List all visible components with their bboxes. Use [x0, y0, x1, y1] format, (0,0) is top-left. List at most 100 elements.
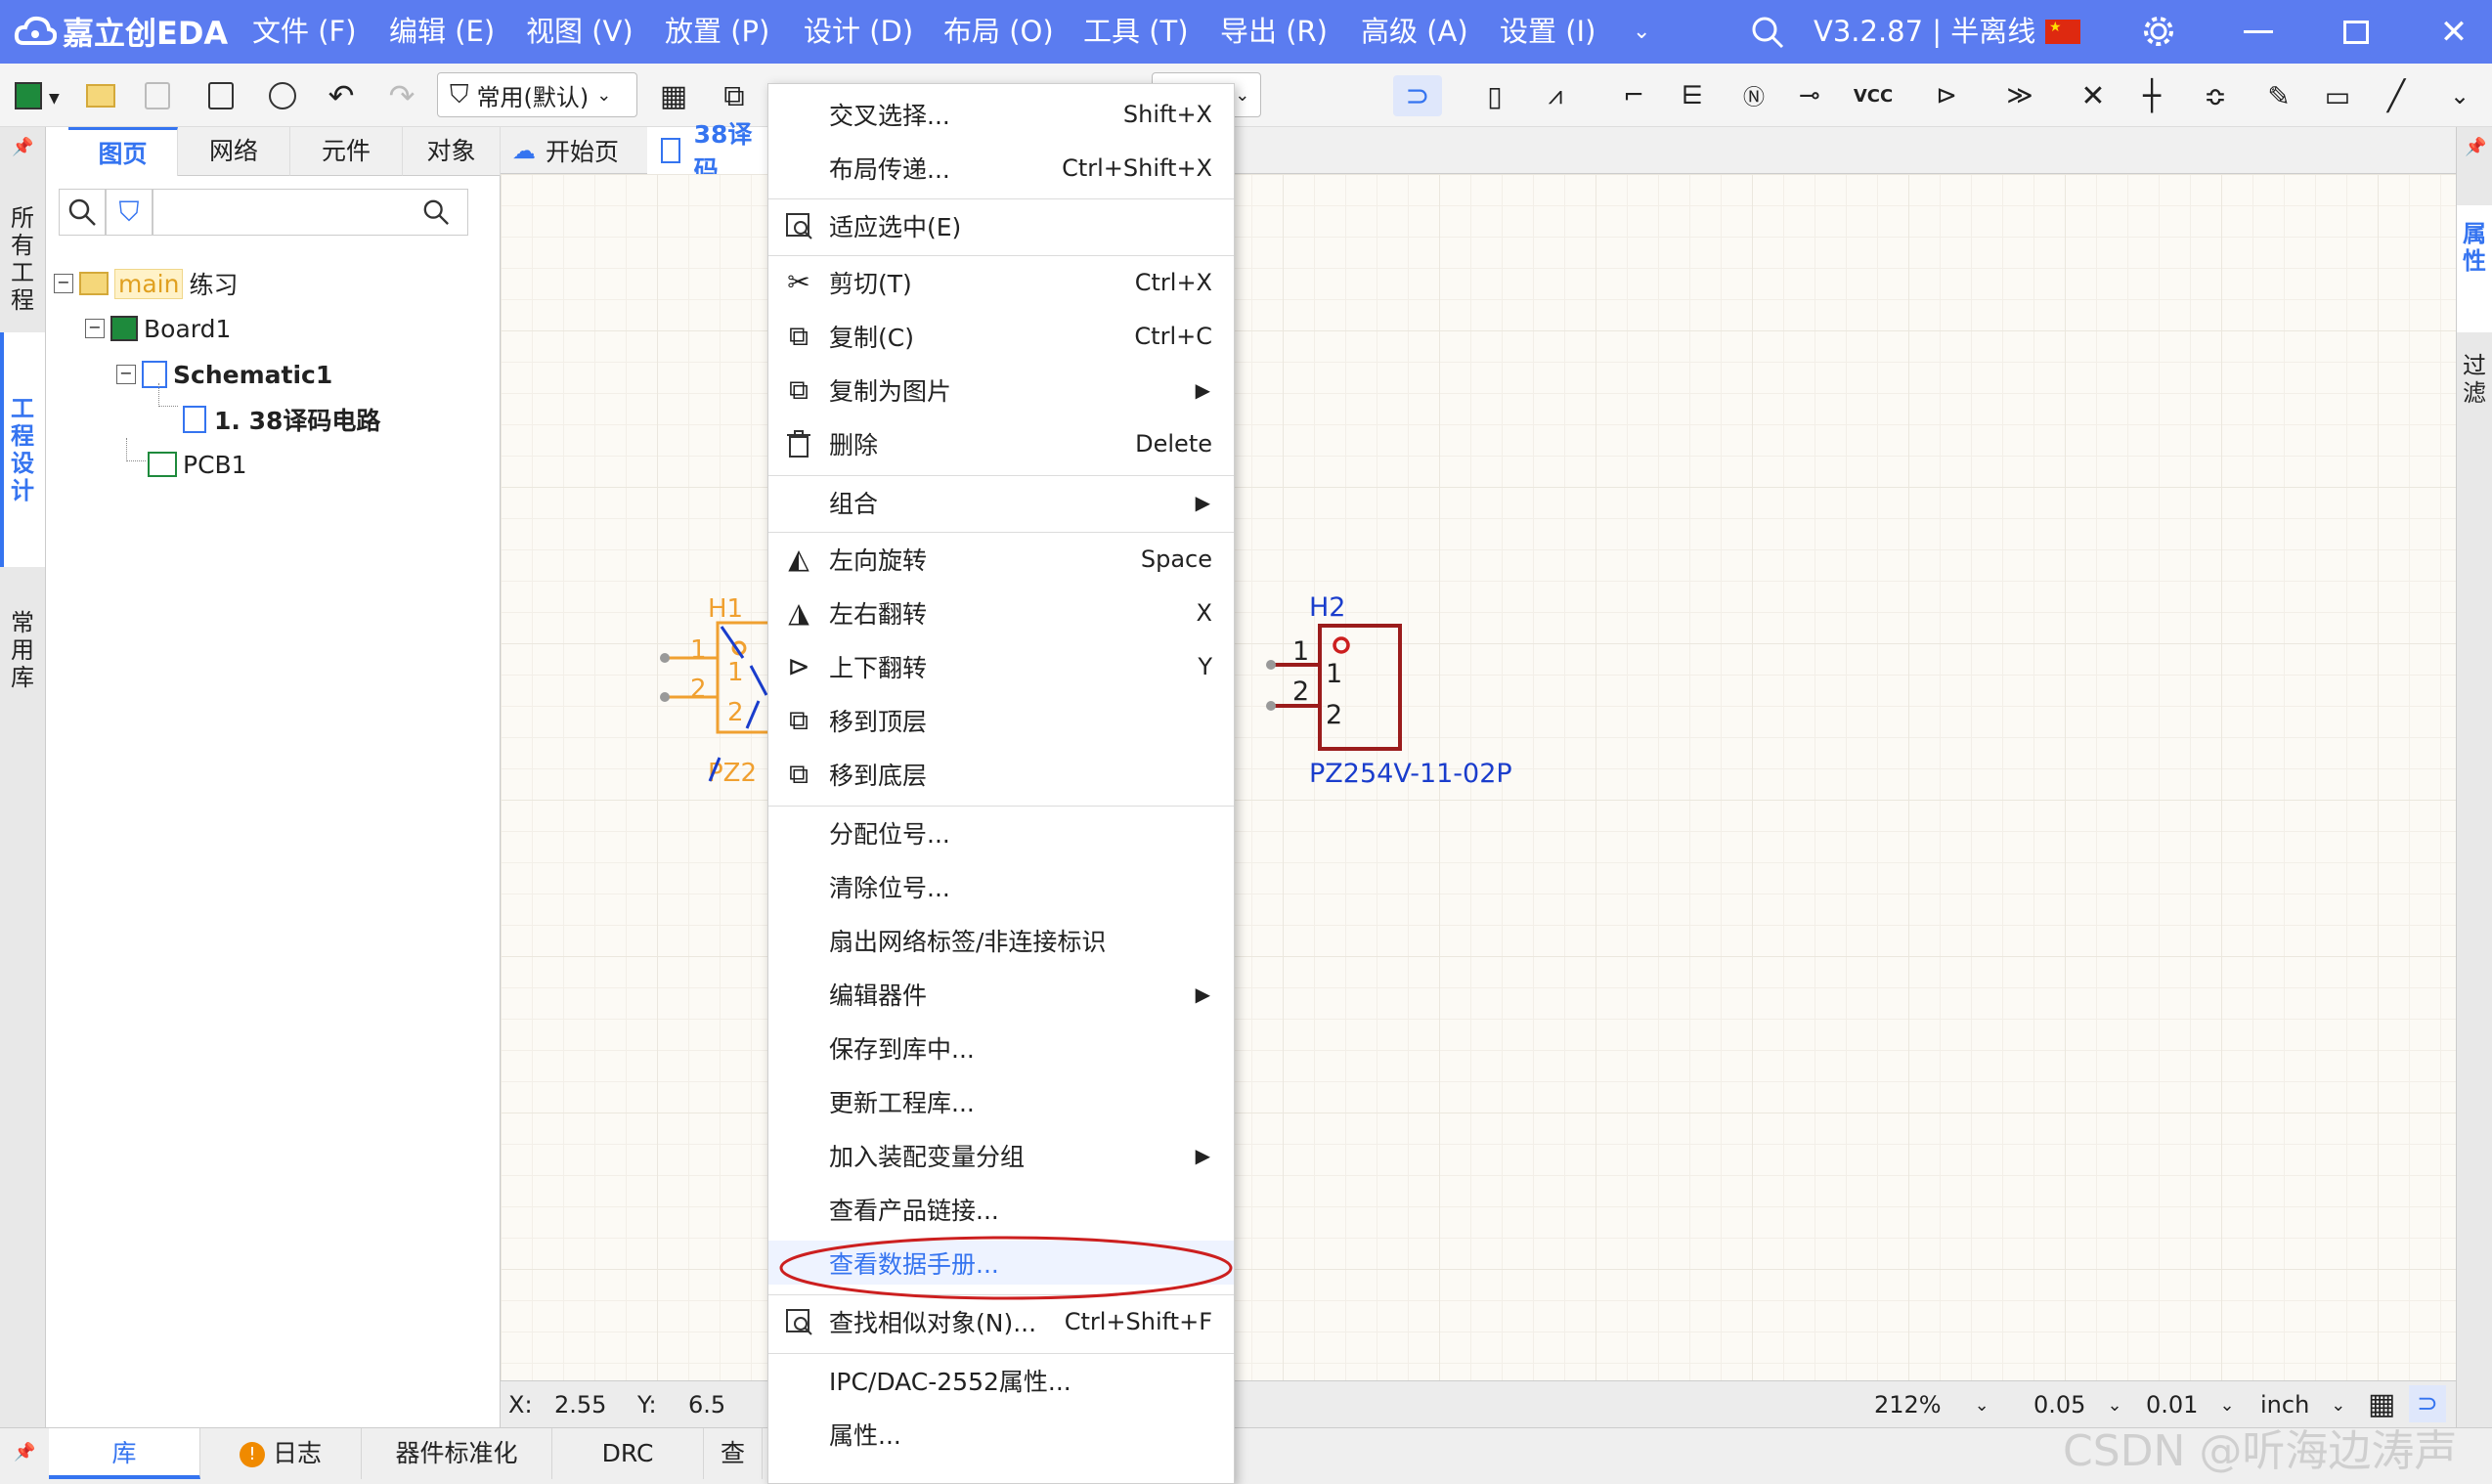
menu-update-project-library[interactable]: 更新工程库... — [768, 1079, 1234, 1123]
chevron-down-icon[interactable]: ▼ — [49, 91, 60, 107]
menu-cut[interactable]: ✂ 剪切(T) Ctrl+X — [768, 260, 1234, 304]
menu-edit[interactable]: 编辑 (E) — [389, 0, 495, 64]
menu-delete[interactable]: 删除 Delete — [768, 421, 1234, 465]
menu-file[interactable]: 文件 (F) — [252, 0, 357, 64]
collapse-icon[interactable]: − — [116, 365, 136, 384]
tree-sheet[interactable]: 1. 38译码电路 — [183, 397, 380, 442]
menu-advanced[interactable]: 高级 (A) — [1361, 0, 1468, 64]
zoom-select[interactable]: 212% ⌄ — [1874, 1387, 2011, 1422]
btab-drc[interactable]: DRC — [552, 1428, 704, 1479]
menu-ipc-dac-properties[interactable]: IPC/DAC-2552属性... — [768, 1358, 1234, 1402]
net-label-icon[interactable]: Ⓝ — [1733, 75, 1774, 116]
vtab-all-projects[interactable]: 所有工程 — [0, 186, 45, 332]
h2-symbol[interactable] — [1263, 624, 1410, 761]
tab-nets[interactable]: 网络 — [178, 127, 290, 176]
menu-save-to-library[interactable]: 保存到库中... — [768, 1026, 1234, 1069]
menu-view-product-link[interactable]: 查看产品链接... — [768, 1187, 1234, 1231]
collapse-icon[interactable]: − — [54, 274, 73, 293]
btab-log[interactable]: ! 日志 — [200, 1428, 362, 1479]
btab-library[interactable]: 库 — [49, 1428, 200, 1479]
tree-schematic[interactable]: − Schematic1 — [116, 352, 332, 397]
menu-layout-transfer[interactable]: 布局传递... Ctrl+Shift+X — [768, 146, 1234, 190]
h2-value[interactable]: PZ254V-11-02P — [1309, 759, 1512, 789]
resistor-icon[interactable]: ⩘ — [1535, 75, 1576, 116]
menu-fanout-net-labels[interactable]: 扇出网络标签/非连接标识 — [768, 918, 1234, 962]
tab-sheets[interactable]: 图页 — [68, 127, 178, 176]
junction-icon[interactable]: ┼ — [2131, 75, 2172, 116]
menu-fit-selection[interactable]: 适应选中(E) — [768, 203, 1234, 247]
menu-copy[interactable]: ⧉ 复制(C) Ctrl+C — [768, 314, 1234, 358]
vcc-icon[interactable]: VCC — [1853, 75, 1894, 116]
tab-components[interactable]: 元件 — [290, 127, 403, 176]
menu-find-similar[interactable]: 查找相似对象(N)... Ctrl+Shift+F — [768, 1299, 1234, 1343]
pin-icon[interactable]: 📌 — [2465, 137, 2486, 157]
port-icon[interactable]: ⊳ — [1926, 75, 1967, 116]
vtab-properties[interactable]: 属性 — [2462, 220, 2487, 275]
off-page-icon[interactable]: ≫ — [1999, 75, 2040, 116]
menu-cross-select[interactable]: 交叉选择... Shift+X — [768, 92, 1234, 136]
menu-flip-horizontal[interactable]: ◮ 左右翻转 X — [768, 590, 1234, 634]
probe-icon[interactable]: ✎ — [2258, 75, 2299, 116]
snap-toggle-icon[interactable]: ⊃ — [1393, 75, 1442, 116]
china-flag-icon[interactable]: ★ — [2045, 20, 2080, 44]
tree-board[interactable]: − Board1 — [85, 306, 231, 351]
h2-designator[interactable]: H2 — [1309, 592, 1345, 623]
open-folder-icon[interactable] — [80, 75, 121, 116]
menu-place[interactable]: 放置 (P) — [665, 0, 769, 64]
menu-tools[interactable]: 工具 (T) — [1083, 0, 1189, 64]
menu-export[interactable]: 导出 (R) — [1220, 0, 1328, 64]
area-select-icon[interactable]: ⧉ — [714, 75, 755, 116]
save-all-icon[interactable] — [200, 75, 241, 116]
redo-icon[interactable]: ↷ — [381, 75, 422, 116]
filter-select[interactable]: ⛉ 常用(默认) ⌄ — [437, 72, 637, 117]
search-icon[interactable] — [1750, 15, 1785, 54]
menu-design[interactable]: 设计 (D) — [804, 0, 913, 64]
line-icon[interactable]: ╱ — [2376, 75, 2417, 116]
menu-edit-component[interactable]: 编辑器件 ▶ — [768, 972, 1234, 1016]
grid-select-icon[interactable]: ▦ — [653, 75, 694, 116]
menu-group[interactable]: 组合 ▶ — [768, 480, 1234, 524]
net-port-icon[interactable]: ⊸ — [1789, 75, 1830, 116]
tab-start-page[interactable]: ☁ 开始页 — [512, 127, 619, 174]
search-mode-icon[interactable] — [59, 189, 106, 236]
component-icon[interactable]: ▯ — [1474, 75, 1515, 116]
filter-icon[interactable]: ⛉ — [106, 189, 153, 236]
tree-project[interactable]: − main 练习 — [54, 261, 238, 306]
menu-assign-designator[interactable]: 分配位号... — [768, 810, 1234, 854]
menu-clear-designator[interactable]: 清除位号... — [768, 864, 1234, 908]
vtab-common-library[interactable]: 常用库 — [0, 577, 45, 723]
history-icon[interactable] — [262, 75, 303, 116]
restore-icon[interactable] — [2317, 0, 2395, 64]
pin-icon[interactable]: 📌 — [12, 137, 33, 157]
tab-sheet-38[interactable]: 38译码 — [647, 120, 774, 184]
menu-flip-vertical[interactable]: ⊳ 上下翻转 Y — [768, 644, 1234, 688]
tab-objects[interactable]: 对象 — [403, 127, 501, 176]
more-tools-chevron-icon[interactable]: ⌄ — [2439, 75, 2480, 116]
gear-icon[interactable] — [2141, 14, 2176, 53]
menu-more-chevron-icon[interactable]: ⌄ — [1633, 0, 1650, 64]
menu-settings[interactable]: 设置 (I) — [1500, 0, 1596, 64]
collapse-icon[interactable]: − — [85, 319, 105, 338]
menu-properties[interactable]: 属性... — [768, 1412, 1234, 1456]
rectangle-icon[interactable]: ▭ — [2317, 75, 2358, 116]
tree-pcb[interactable]: PCB1 — [148, 442, 247, 487]
menu-copy-as-image[interactable]: ⧉ 复制为图片 ▶ — [768, 368, 1234, 412]
menu-rotate-left[interactable]: ◭ 左向旋转 Space — [768, 537, 1234, 581]
bus-entry-icon[interactable]: ≎ — [2195, 75, 2236, 116]
no-connect-icon[interactable]: ✕ — [2073, 75, 2114, 116]
btab-find[interactable]: 查 — [704, 1428, 763, 1479]
new-project-icon[interactable] — [8, 75, 49, 116]
vtab-project-design[interactable]: 工程设计 — [0, 332, 45, 567]
wire-icon[interactable]: ⌐ — [1613, 75, 1654, 116]
close-icon[interactable]: ✕ — [2415, 0, 2492, 64]
menu-layout[interactable]: 布局 (O) — [943, 0, 1054, 64]
search-icon[interactable] — [422, 198, 450, 230]
tree-search-input[interactable] — [153, 189, 468, 236]
vtab-filter[interactable]: 过滤 — [2462, 352, 2487, 407]
btab-component-standardize[interactable]: 器件标准化 — [362, 1428, 552, 1479]
menu-bring-to-front[interactable]: ⧉ 移到顶层 — [768, 698, 1234, 742]
pin-icon[interactable]: 📌 — [14, 1442, 35, 1462]
minimize-icon[interactable] — [2219, 0, 2297, 64]
bus-icon[interactable]: ⋿ — [1672, 75, 1713, 116]
menu-add-assembly-variant[interactable]: 加入装配变量分组 ▶ — [768, 1133, 1234, 1177]
